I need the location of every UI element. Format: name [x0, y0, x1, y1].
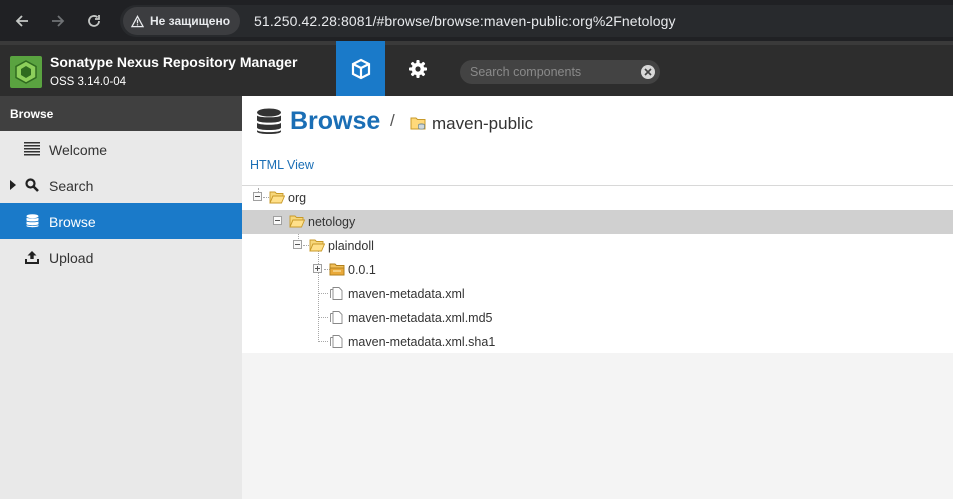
tree-node-version[interactable]: 0.0.1 [242, 258, 953, 282]
app-title: Sonatype Nexus Repository Manager [50, 54, 298, 70]
main-panel: Browse / maven-public HTML View org neto… [242, 96, 953, 499]
tree-panel: org netology plaindoll 0.0.1 maven-metad… [242, 185, 953, 353]
breadcrumb-repository[interactable]: maven-public [432, 114, 533, 134]
warning-icon [131, 14, 144, 27]
database-icon [24, 214, 40, 228]
folder-open-icon [309, 239, 325, 252]
collapse-toggle-icon[interactable] [273, 216, 282, 225]
list-icon [24, 142, 40, 156]
arrow-left-icon [15, 15, 28, 27]
tree-node-label: maven-metadata.xml [348, 287, 465, 301]
sidebar-item-label: Browse [49, 214, 96, 230]
tree-node-label: 0.0.1 [348, 263, 376, 277]
tree-node-label: maven-metadata.xml.md5 [348, 311, 493, 325]
collapse-toggle-icon[interactable] [253, 192, 262, 201]
sidebar-item-search[interactable]: Search [0, 167, 242, 203]
clear-search-icon[interactable] [641, 65, 655, 79]
file-icon [330, 287, 343, 300]
back-button[interactable] [4, 3, 40, 39]
tree-node-label: maven-metadata.xml.sha1 [348, 335, 496, 349]
component-search [460, 60, 660, 84]
tree-node-file[interactable]: maven-metadata.xml.md5 [242, 306, 953, 330]
sidebar-item-label: Upload [49, 250, 94, 266]
forward-button[interactable] [40, 3, 76, 39]
sidebar: Browse Welcome Search Browse Upload [0, 96, 242, 499]
cube-icon [351, 58, 370, 79]
security-label: Не защищено [150, 14, 231, 28]
file-icon [330, 335, 343, 348]
html-view-bar: HTML View [242, 149, 953, 185]
title-bar: Browse / maven-public [242, 96, 953, 149]
nexus-logo-icon [10, 56, 42, 88]
tree-node-file[interactable]: maven-metadata.xml [242, 282, 953, 306]
browser-toolbar: Не защищено 51.250.42.28:8081/#browse/br… [0, 0, 953, 41]
sidebar-item-upload[interactable]: Upload [0, 239, 242, 275]
tree-node-netology[interactable]: netology [242, 210, 953, 234]
component-folder-icon [329, 263, 345, 276]
folder-open-icon [289, 215, 305, 228]
reload-button[interactable] [76, 3, 112, 39]
tree-node-org[interactable]: org [242, 186, 953, 210]
tree-node-label: org [288, 191, 307, 205]
folder-open-icon [269, 191, 285, 204]
tree-node-plaindoll[interactable]: plaindoll [242, 234, 953, 258]
sidebar-item-label: Welcome [49, 142, 108, 158]
sidebar-item-welcome[interactable]: Welcome [0, 131, 242, 167]
browse-mode-button[interactable] [336, 41, 385, 96]
magnifier-icon [24, 178, 40, 192]
collapse-toggle-icon[interactable] [293, 240, 302, 249]
sidebar-item-browse[interactable]: Browse [0, 203, 242, 239]
admin-mode-button[interactable] [393, 41, 442, 96]
upload-icon [24, 250, 40, 264]
tree-node-label: plaindoll [328, 239, 374, 253]
html-view-link[interactable]: HTML View [250, 158, 314, 172]
security-indicator[interactable]: Не защищено [123, 7, 241, 35]
page-title: Browse [290, 107, 381, 135]
sidebar-header: Browse [0, 96, 242, 131]
tree-node-file[interactable]: maven-metadata.xml.sha1 [242, 330, 953, 354]
expand-toggle-icon[interactable] [313, 264, 322, 273]
app-version: OSS 3.14.0-04 [50, 76, 127, 88]
address-bar[interactable]: Не защищено 51.250.42.28:8081/#browse/br… [120, 5, 953, 37]
url-text[interactable]: 51.250.42.28:8081/#browse/browse:maven-p… [254, 13, 676, 29]
database-icon [257, 108, 281, 134]
tree-node-label: netology [308, 215, 356, 229]
app-header: Sonatype Nexus Repository Manager OSS 3.… [0, 41, 953, 96]
breadcrumb-separator: / [390, 111, 395, 130]
expand-arrow-icon[interactable] [10, 180, 16, 190]
sidebar-item-label: Search [49, 178, 94, 194]
gear-icon [408, 59, 427, 78]
repository-folder-icon [410, 117, 426, 130]
file-icon [330, 311, 343, 324]
search-components-input[interactable] [460, 65, 641, 79]
reload-icon [88, 15, 100, 27]
arrow-right-icon [52, 15, 65, 27]
